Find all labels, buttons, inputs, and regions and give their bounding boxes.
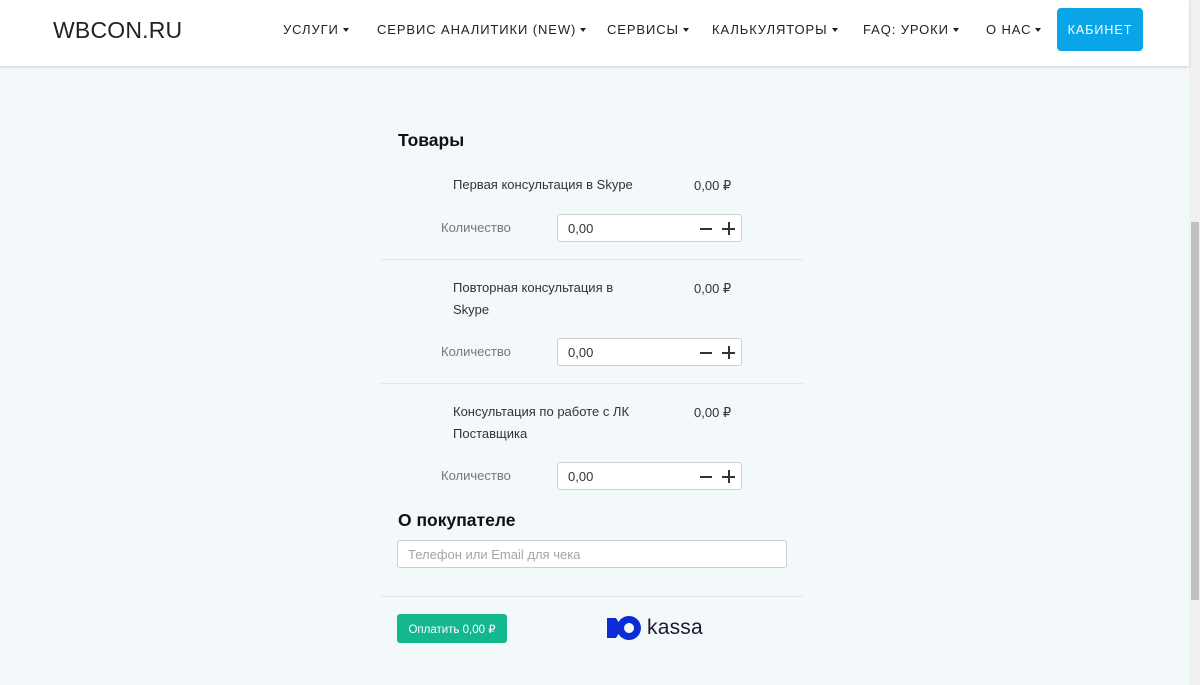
nav-item-label: СЕРВИС АНАЛИТИКИ (NEW) — [377, 22, 577, 37]
nav-item-calculators[interactable]: КАЛЬКУЛЯТОРЫ — [712, 22, 838, 37]
caret-down-icon — [831, 28, 838, 32]
nav-item-tools[interactable]: СЕРВИСЫ — [607, 22, 689, 37]
caret-down-icon — [342, 28, 349, 32]
nav-item-services[interactable]: УСЛУГИ — [283, 22, 349, 37]
yookassa-logo: kassa — [607, 615, 703, 641]
plus-icon[interactable] — [722, 470, 735, 483]
nav-item-about[interactable]: О НАС — [986, 22, 1042, 37]
page-scrollbar-thumb[interactable] — [1191, 222, 1199, 600]
quantity-value[interactable]: 0,00 — [568, 469, 593, 484]
product-name: Консультация по работе с ЛК Поставщика — [453, 404, 630, 441]
product-name: Повторная консультация в Skype — [453, 280, 614, 317]
nav-item-label: УСЛУГИ — [283, 22, 339, 37]
contact-input[interactable] — [397, 540, 787, 568]
caret-down-icon — [952, 28, 959, 32]
caret-down-icon — [682, 28, 689, 32]
divider — [381, 596, 803, 597]
nav-item-label: FAQ: УРОКИ — [863, 22, 949, 37]
nav-item-label: О НАС — [986, 22, 1032, 37]
quantity-stepper[interactable]: 0,00 — [557, 462, 742, 490]
yookassa-logo-text: kassa — [647, 616, 703, 639]
nav-item-label: КАЛЬКУЛЯТОРЫ — [712, 22, 828, 37]
product-price: 0,00 ₽ — [694, 178, 732, 193]
quantity-value[interactable]: 0,00 — [568, 221, 593, 236]
pay-button[interactable]: Оплатить 0,00 ₽ — [397, 614, 507, 643]
divider — [381, 383, 803, 384]
quantity-value[interactable]: 0,00 — [568, 345, 593, 360]
yookassa-icon — [607, 616, 641, 640]
cabinet-button[interactable]: КАБИНЕТ — [1057, 8, 1143, 51]
site-header: WBCON.RU УСЛУГИ СЕРВИС АНАЛИТИКИ (NEW) С… — [0, 0, 1189, 66]
quantity-label: Количество — [441, 344, 511, 359]
caret-down-icon — [1035, 28, 1042, 32]
product-price: 0,00 ₽ — [694, 405, 732, 420]
plus-icon[interactable] — [722, 346, 735, 359]
products-section-title: Товары — [398, 130, 465, 150]
divider — [381, 259, 803, 260]
site-logo[interactable]: WBCON.RU — [53, 17, 182, 44]
product-price: 0,00 ₽ — [694, 281, 732, 296]
nav-item-label: СЕРВИСЫ — [607, 22, 679, 37]
quantity-stepper[interactable]: 0,00 — [557, 338, 742, 366]
quantity-label: Количество — [441, 468, 511, 483]
quantity-stepper[interactable]: 0,00 — [557, 214, 742, 242]
product-name: Первая консультация в Skype — [453, 177, 633, 192]
minus-icon[interactable] — [700, 228, 712, 230]
caret-down-icon — [580, 28, 587, 32]
nav-item-faq[interactable]: FAQ: УРОКИ — [863, 22, 959, 37]
quantity-label: Количество — [441, 220, 511, 235]
buyer-section-title: О покупателе — [398, 510, 516, 530]
minus-icon[interactable] — [700, 352, 712, 354]
nav-item-analytics[interactable]: СЕРВИС АНАЛИТИКИ (NEW) — [377, 22, 587, 37]
minus-icon[interactable] — [700, 476, 712, 478]
plus-icon[interactable] — [722, 222, 735, 235]
